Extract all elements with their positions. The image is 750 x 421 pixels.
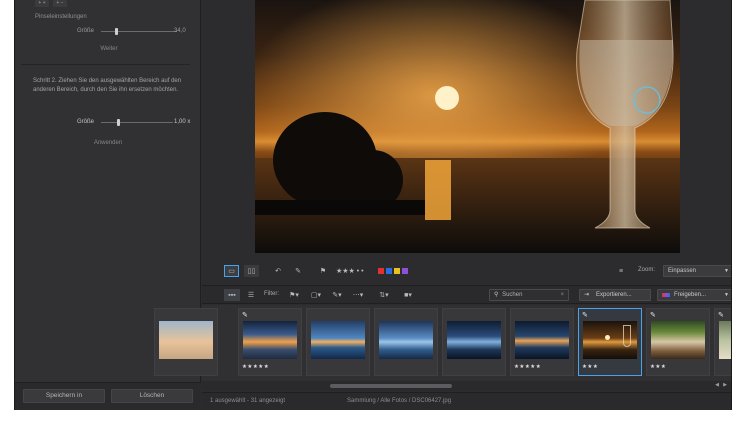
edited-pen-icon: ✎ — [650, 312, 656, 319]
thumbnail-rating: ★★★★★ — [514, 364, 542, 370]
list-view-icon[interactable]: ☰ — [244, 289, 258, 301]
edit-pen-icon[interactable]: ✎ — [292, 265, 304, 277]
filmstrip[interactable]: ✎ ★★★★★ ★★★★★ ✎ ★★★ ✎ ★★★ ✎ — [154, 305, 731, 381]
thumbnail-image — [159, 321, 213, 359]
thumbnail-image — [447, 321, 501, 359]
divider — [21, 64, 190, 65]
sort-icon[interactable]: ≡ — [614, 265, 628, 277]
edited-pen-icon: ✎ — [718, 312, 724, 319]
rotate-icon[interactable]: ↶ — [272, 265, 284, 277]
compare-view-icon[interactable]: ▯▯ — [244, 265, 259, 277]
apply-button[interactable]: Anwenden — [83, 140, 133, 146]
filmstrip-item[interactable] — [154, 308, 218, 376]
filmstrip-item[interactable] — [374, 308, 438, 376]
save-in-button[interactable]: Speichern in — [23, 389, 105, 403]
size-value-2: 1,00 x — [174, 119, 191, 125]
color-label-swatches — [378, 268, 408, 274]
app-window: + + + − Pinseleinstellungen Größe 34,0 W… — [14, 0, 732, 410]
chevron-down-icon: ▼ — [724, 268, 729, 274]
brush-add-button[interactable]: + + — [35, 0, 49, 7]
size-label-2: Größe — [77, 119, 95, 125]
stack-icon[interactable]: ■▾ — [400, 289, 416, 301]
single-view-icon[interactable]: ▭ — [224, 265, 239, 277]
file-path: Sammlung / Alle Fotos / DSC06427.jpg — [347, 398, 452, 404]
size-value-1: 34,0 — [174, 28, 186, 34]
thumbnail-image — [243, 321, 297, 359]
clone-size-slider-handle[interactable] — [117, 119, 120, 126]
clear-search-icon[interactable]: × — [560, 290, 564, 300]
brush-size-slider-handle[interactable] — [115, 28, 118, 35]
export-label: Exportieren... — [596, 292, 632, 298]
thumbnail-image — [719, 321, 731, 359]
more-filter-icon[interactable]: ⋯▾ — [348, 289, 368, 301]
next-button[interactable]: Weiter — [85, 46, 133, 52]
flag-filter-icon[interactable]: ⚑▾ — [284, 289, 304, 301]
filter-label: Filter: — [264, 291, 279, 297]
selection-count: 1 ausgewählt - 31 angezeigt — [210, 398, 286, 404]
thumbnail-rating: ★★★ — [650, 364, 667, 370]
filmstrip-item[interactable]: ✎ — [714, 308, 731, 376]
edit-filter-icon[interactable]: ✎▾ — [328, 289, 346, 301]
edited-pen-icon: ✎ — [242, 312, 248, 319]
main-photo — [255, 0, 680, 253]
brush-settings-label: Pinseleinstellungen — [35, 14, 87, 20]
share-label: Freigeben... — [674, 292, 707, 298]
export-button[interactable]: ⇥ Exportieren... — [579, 289, 651, 301]
clone-size-slider[interactable] — [101, 122, 173, 123]
flag-icon[interactable]: ⚑ — [316, 265, 330, 277]
size-label-1: Größe — [77, 28, 95, 34]
brush-size-slider[interactable] — [101, 31, 177, 32]
filmstrip-item[interactable]: ★★★★★ — [510, 308, 574, 376]
brush-step-buttons: + + + − — [35, 0, 67, 7]
filmstrip-item[interactable] — [442, 308, 506, 376]
thumbnail-rating: ★★★ — [582, 364, 599, 370]
crop-filter-icon[interactable]: ▢▾ — [306, 289, 326, 301]
filmstrip-item[interactable]: ✎ ★★★ — [646, 308, 710, 376]
share-button[interactable]: Freigeben... ▼ — [657, 289, 731, 301]
zoom-value: Einpassen — [668, 268, 697, 274]
step2-instructions: Schritt 2. Ziehen Sie den ausgewählten B… — [33, 78, 182, 93]
edited-pen-icon: ✎ — [582, 312, 588, 319]
search-icon: ⚲ — [494, 292, 499, 298]
photo-viewer[interactable] — [255, 0, 680, 253]
color-label-swatch[interactable] — [394, 268, 400, 274]
search-input[interactable]: ⚲ Suchen × — [489, 289, 569, 301]
color-label-swatch[interactable] — [378, 268, 384, 274]
thumbnail-image — [379, 321, 433, 359]
zoom-select[interactable]: Einpassen ▼ — [663, 265, 731, 277]
export-icon: ⇥ — [584, 292, 590, 298]
search-placeholder: Suchen — [502, 292, 523, 298]
thumbnail-image — [583, 321, 637, 359]
thumbnail-rating: ★★★★★ — [242, 364, 270, 370]
color-label-swatch[interactable] — [402, 268, 408, 274]
thumbnail-image — [311, 321, 365, 359]
filmstrip-item[interactable] — [306, 308, 370, 376]
grid-view-icon[interactable]: ▪▪▪ — [224, 289, 240, 301]
filmstrip-item[interactable]: ✎ ★★★★★ — [238, 308, 302, 376]
color-label-swatch[interactable] — [386, 268, 392, 274]
chevron-down-icon: ▼ — [724, 292, 729, 298]
browser-toolbar: ▪▪▪ ☰ Filter: ⚑▾ ▢▾ ✎▾ ⋯▾ ⇅▾ ■▾ ⚲ Suchen… — [202, 285, 731, 304]
share-icon — [662, 293, 670, 297]
scroll-left-icon[interactable]: ◀ — [715, 382, 719, 388]
zoom-label: Zoom: — [638, 267, 656, 273]
thumbnail-image — [515, 321, 569, 359]
rating-stars[interactable]: ★★★ • • — [336, 265, 376, 277]
viewer-toolbar: ▭ ▯▯ ↶ ✎ ⚑ ★★★ • • ≡ Zoom: Einpassen ▼ — [202, 263, 731, 281]
thumbnail-image — [651, 321, 705, 359]
filmstrip-scrollbar[interactable]: ◀ ▶ — [202, 381, 731, 391]
sort-order-icon[interactable]: ⇅▾ — [374, 289, 394, 301]
panel-footer: Speichern in Löschen — [15, 382, 201, 410]
status-bar: 1 ausgewählt - 31 angezeigt Sammlung / A… — [202, 392, 731, 410]
scrollbar-thumb[interactable] — [330, 384, 452, 388]
scroll-right-icon[interactable]: ▶ — [723, 382, 727, 388]
delete-button[interactable]: Löschen — [111, 389, 193, 403]
filmstrip-item[interactable]: ✎ ★★★ — [578, 308, 642, 376]
brush-subtract-button[interactable]: + − — [53, 0, 67, 7]
